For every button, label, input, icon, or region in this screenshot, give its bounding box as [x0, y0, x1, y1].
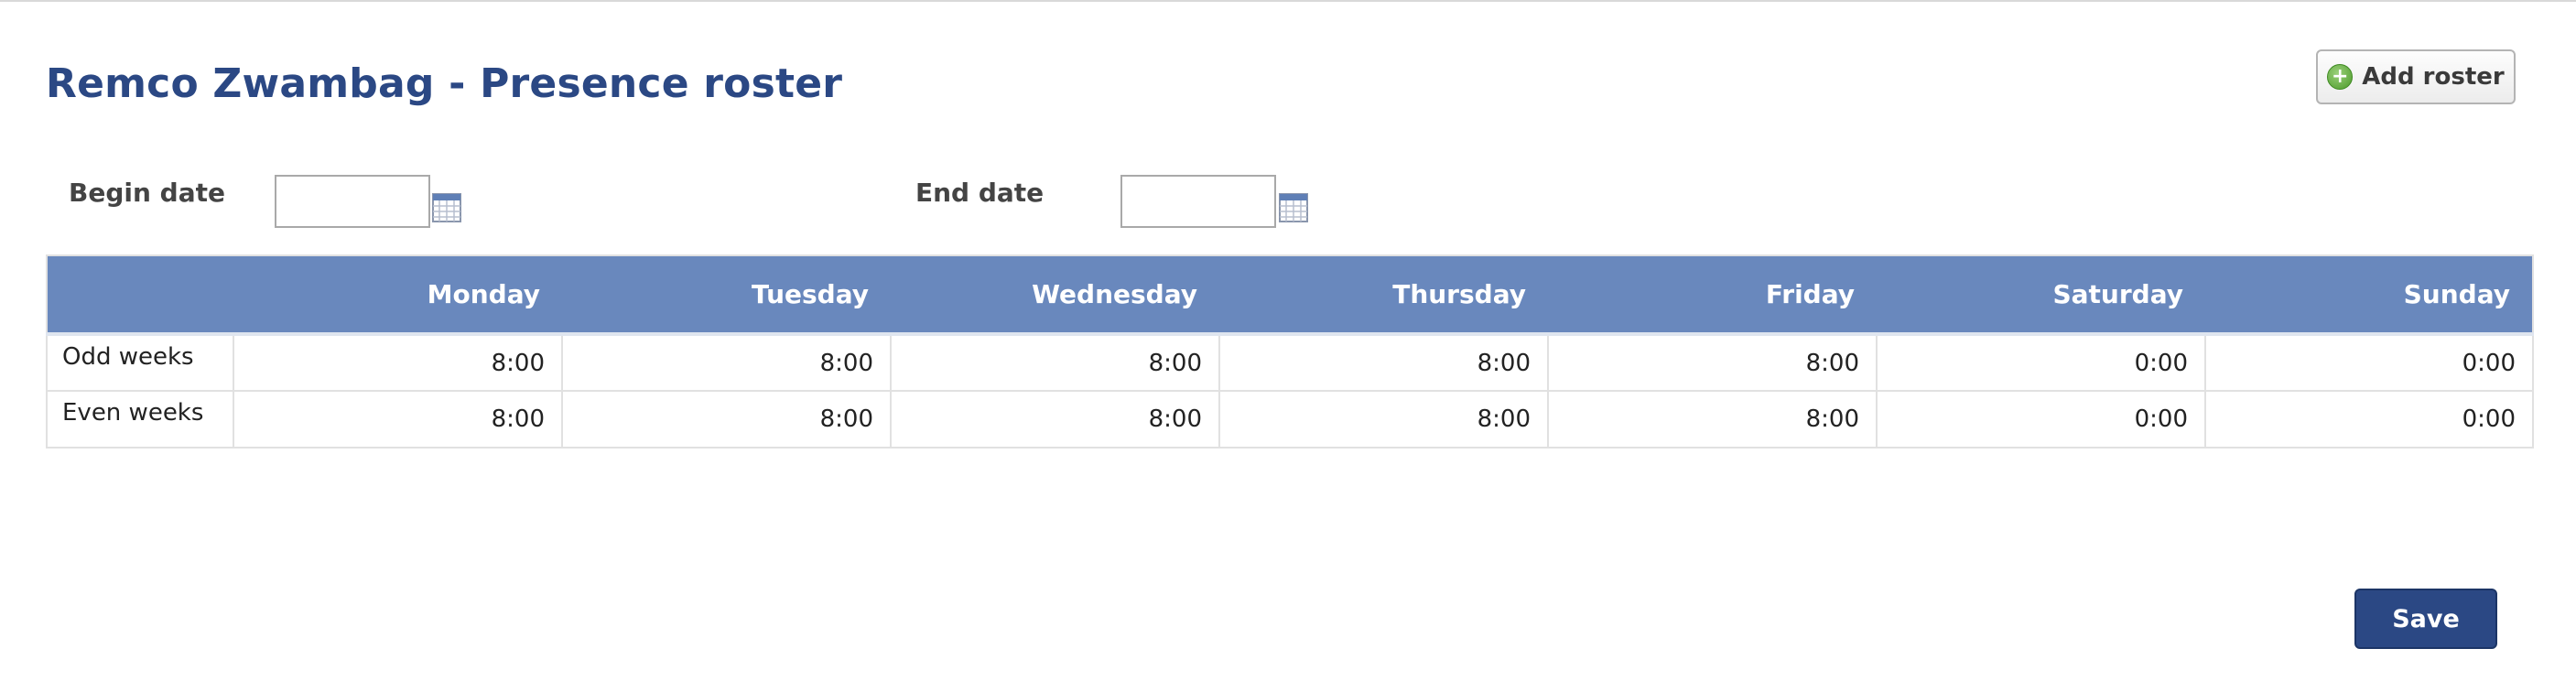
begin-date-calendar-icon[interactable]	[432, 191, 461, 222]
hours-value[interactable]: 8:00	[1220, 405, 1547, 433]
add-roster-label: Add roster	[2362, 63, 2505, 91]
hours-cell[interactable]: 8:00	[890, 333, 1220, 392]
hours-value[interactable]: 8:00	[563, 350, 890, 377]
hours-cell[interactable]: 0:00	[1876, 390, 2206, 449]
header-sunday: Sunday	[2205, 255, 2533, 336]
header-friday: Friday	[1548, 255, 1877, 336]
hours-cell[interactable]: 8:00	[561, 390, 892, 449]
hours-cell[interactable]: 8:00	[233, 390, 563, 449]
add-roster-button[interactable]: + Add roster	[2316, 49, 2516, 104]
hours-cell[interactable]: 0:00	[2204, 390, 2534, 449]
hours-value[interactable]: 8:00	[1549, 350, 1876, 377]
hours-cell[interactable]: 8:00	[1218, 390, 1549, 449]
hours-cell[interactable]: 8:00	[1218, 333, 1549, 392]
hours-cell[interactable]: 8:00	[233, 333, 563, 392]
hours-cell[interactable]: 0:00	[1876, 333, 2206, 392]
top-divider	[0, 0, 2576, 4]
end-date-label: End date	[915, 178, 1044, 208]
hours-value[interactable]: 0:00	[2206, 350, 2532, 377]
header-saturday: Saturday	[1877, 255, 2205, 336]
hours-value[interactable]: 8:00	[234, 350, 561, 377]
save-button[interactable]: Save	[2354, 589, 2497, 649]
begin-date-input[interactable]	[275, 175, 430, 228]
table-row-even-weeks: Even weeks 8:00 8:00 8:00 8:00 8:00 0:00…	[46, 390, 2534, 449]
page-title: Remco Zwambag - Presence roster	[46, 60, 843, 107]
header-thursday: Thursday	[1219, 255, 1548, 336]
hours-cell[interactable]: 8:00	[1547, 390, 1878, 449]
hours-cell[interactable]: 0:00	[2204, 333, 2534, 392]
header-monday: Monday	[233, 255, 562, 336]
header-corner	[47, 255, 233, 336]
row-label: Even weeks	[46, 390, 234, 449]
hours-value[interactable]: 8:00	[1549, 405, 1876, 433]
end-date-calendar-icon[interactable]	[1279, 191, 1308, 222]
hours-value[interactable]: 8:00	[234, 405, 561, 433]
hours-value[interactable]: 0:00	[1878, 405, 2204, 433]
hours-value[interactable]: 8:00	[892, 405, 1218, 433]
hours-value[interactable]: 0:00	[1878, 350, 2204, 377]
hours-value[interactable]: 8:00	[563, 405, 890, 433]
table-row-odd-weeks: Odd weeks 8:00 8:00 8:00 8:00 8:00 0:00 …	[46, 333, 2534, 392]
hours-value[interactable]: 0:00	[2206, 405, 2532, 433]
presence-roster-table: Monday Tuesday Wednesday Thursday Friday…	[46, 254, 2534, 449]
plus-circle-icon: +	[2327, 64, 2354, 90]
hours-value[interactable]: 8:00	[892, 350, 1218, 377]
header-wednesday: Wednesday	[891, 255, 1219, 336]
hours-cell[interactable]: 8:00	[561, 333, 892, 392]
hours-cell[interactable]: 8:00	[890, 390, 1220, 449]
row-label: Odd weeks	[46, 333, 234, 392]
begin-date-label: Begin date	[69, 178, 225, 208]
hours-value[interactable]: 8:00	[1220, 350, 1547, 377]
hours-cell[interactable]: 8:00	[1547, 333, 1878, 392]
header-tuesday: Tuesday	[562, 255, 891, 336]
end-date-input[interactable]	[1120, 175, 1276, 228]
table-header-row: Monday Tuesday Wednesday Thursday Friday…	[47, 255, 2533, 336]
